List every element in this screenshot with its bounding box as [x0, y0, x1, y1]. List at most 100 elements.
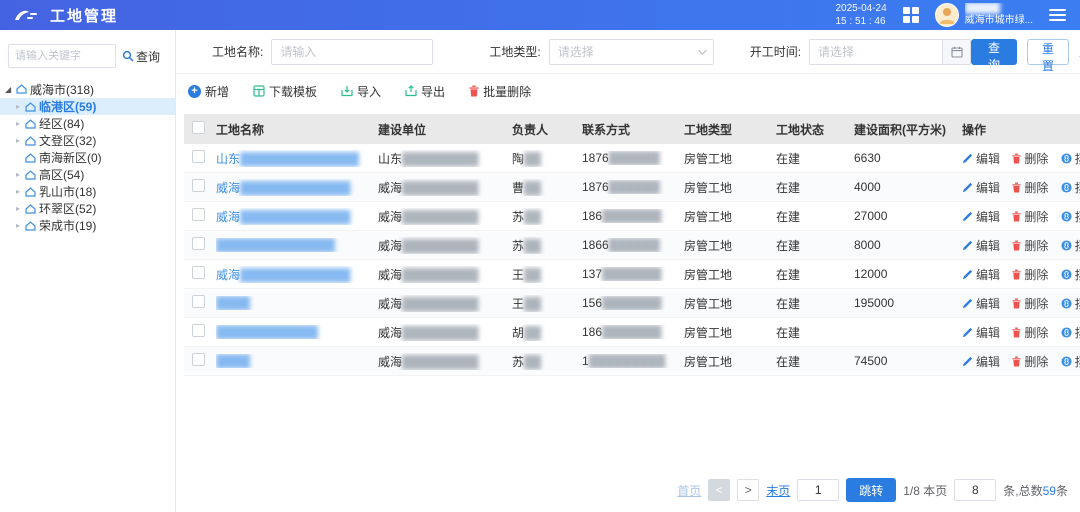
- reset-button[interactable]: 重置: [1027, 39, 1069, 65]
- site-name-input[interactable]: [271, 39, 433, 65]
- download-template-button[interactable]: 下载模板: [253, 83, 317, 100]
- row-checkbox[interactable]: [192, 353, 205, 366]
- caret-right-icon[interactable]: ▸: [14, 187, 22, 196]
- site-name-link[interactable]: ████████████: [216, 325, 378, 339]
- dust-button[interactable]: 扬尘: [1061, 208, 1080, 225]
- dust-button[interactable]: 扬尘: [1061, 150, 1080, 167]
- dust-button[interactable]: 扬尘: [1061, 266, 1080, 283]
- batch-delete-button[interactable]: 批量删除: [469, 83, 531, 100]
- caret-right-icon[interactable]: ▸: [14, 204, 22, 213]
- home-icon: [25, 136, 36, 146]
- row-actions: 编辑 删除 扬尘: [962, 353, 1080, 370]
- first-page-link[interactable]: 首页: [677, 482, 701, 499]
- edit-button[interactable]: 编辑: [962, 353, 1000, 370]
- keyword-search-input[interactable]: [8, 44, 116, 68]
- tree-item[interactable]: 南海新区(0): [0, 149, 175, 166]
- col-build-unit: 建设单位: [378, 121, 512, 138]
- next-page-button[interactable]: >: [737, 479, 759, 501]
- site-type-cell: 房管工地: [684, 324, 776, 341]
- edit-button[interactable]: 编辑: [962, 266, 1000, 283]
- select-all-checkbox[interactable]: [192, 121, 205, 134]
- table-row: 威海█████████████ 威海█████████ 苏██ 186█████…: [184, 202, 1080, 231]
- tree-item[interactable]: ▸ 高区(54): [0, 166, 175, 183]
- delete-button[interactable]: 删除: [1012, 295, 1048, 312]
- caret-right-icon[interactable]: ▸: [14, 221, 22, 230]
- delete-button[interactable]: 删除: [1012, 237, 1048, 254]
- add-button[interactable]: + 新增: [188, 83, 229, 100]
- delete-button[interactable]: 删除: [1012, 208, 1048, 225]
- site-name-link[interactable]: 山东██████████████: [216, 150, 378, 167]
- jump-button[interactable]: 跳转: [846, 478, 896, 502]
- tree-item[interactable]: ▸ 乳山市(18): [0, 183, 175, 200]
- dust-button[interactable]: 扬尘: [1061, 237, 1080, 254]
- tree-item-label: 文登区(32): [39, 132, 96, 149]
- person-cell: 苏██: [512, 208, 582, 225]
- build-unit-cell: 威海█████████: [378, 208, 512, 225]
- row-checkbox[interactable]: [192, 150, 205, 163]
- caret-down-icon[interactable]: ◢: [5, 85, 13, 94]
- user-meta: █████ 威海市城市绿...: [965, 3, 1033, 27]
- delete-button[interactable]: 删除: [1012, 324, 1048, 341]
- delete-button[interactable]: 删除: [1012, 266, 1048, 283]
- site-name-link[interactable]: 威海█████████████: [216, 179, 378, 196]
- tree-item[interactable]: ▸ 临港区(59): [0, 98, 175, 115]
- sidebar-search-button[interactable]: 查询: [122, 48, 160, 65]
- dust-button[interactable]: 扬尘: [1061, 324, 1080, 341]
- dust-button[interactable]: 扬尘: [1061, 353, 1080, 370]
- row-checkbox[interactable]: [192, 179, 205, 192]
- row-checkbox[interactable]: [192, 266, 205, 279]
- last-page-link[interactable]: 末页: [766, 482, 790, 499]
- tree-root[interactable]: ◢ 威海市(318): [0, 80, 175, 98]
- row-checkbox[interactable]: [192, 237, 205, 250]
- site-name-link[interactable]: 威海█████████████: [216, 208, 378, 225]
- person-cell: 苏██: [512, 353, 582, 370]
- site-type-select[interactable]: 请选择: [549, 39, 714, 65]
- search-icon: [122, 50, 134, 62]
- home-icon: [25, 221, 36, 231]
- site-type-cell: 房管工地: [684, 237, 776, 254]
- start-time-datepicker[interactable]: 请选择: [809, 39, 971, 65]
- edit-button[interactable]: 编辑: [962, 150, 1000, 167]
- delete-button[interactable]: 删除: [1012, 150, 1048, 167]
- caret-right-icon[interactable]: ▸: [14, 119, 22, 128]
- avatar[interactable]: [935, 3, 959, 27]
- tree-item[interactable]: ▸ 环翠区(52): [0, 200, 175, 217]
- row-checkbox[interactable]: [192, 208, 205, 221]
- edit-button[interactable]: 编辑: [962, 324, 1000, 341]
- area-cell: 4000: [854, 180, 962, 194]
- caret-right-icon[interactable]: ▸: [14, 102, 22, 111]
- table-row: 威海█████████████ 威海█████████ 王██ 137█████…: [184, 260, 1080, 289]
- dust-button[interactable]: 扬尘: [1061, 179, 1080, 196]
- caret-right-icon[interactable]: ▸: [14, 170, 22, 179]
- edit-button[interactable]: 编辑: [962, 237, 1000, 254]
- delete-button[interactable]: 删除: [1012, 179, 1048, 196]
- apps-grid-icon[interactable]: [903, 7, 919, 23]
- dust-button[interactable]: 扬尘: [1061, 295, 1080, 312]
- site-status-cell: 在建: [776, 324, 854, 341]
- delete-button[interactable]: 删除: [1012, 353, 1048, 370]
- site-name-link[interactable]: 威海█████████████: [216, 266, 378, 283]
- home-icon: [25, 187, 36, 197]
- row-checkbox[interactable]: [192, 324, 205, 337]
- site-name-link[interactable]: ████: [216, 354, 378, 368]
- tree-item[interactable]: ▸ 经区(84): [0, 115, 175, 132]
- user-box[interactable]: █████ 威海市城市绿...: [935, 3, 1033, 27]
- page-number-input[interactable]: [797, 479, 839, 501]
- edit-button[interactable]: 编辑: [962, 179, 1000, 196]
- row-checkbox[interactable]: [192, 295, 205, 308]
- tree-item[interactable]: ▸ 荣成市(19): [0, 217, 175, 234]
- export-button[interactable]: 导出: [405, 83, 445, 100]
- tree-item[interactable]: ▸ 文登区(32): [0, 132, 175, 149]
- caret-right-icon[interactable]: ▸: [14, 136, 22, 145]
- edit-button[interactable]: 编辑: [962, 208, 1000, 225]
- page-size-input[interactable]: [954, 479, 996, 501]
- dust-icon: [1061, 356, 1072, 367]
- import-button[interactable]: 导入: [341, 83, 381, 100]
- prev-page-button[interactable]: <: [708, 479, 730, 501]
- app-header: 工地管理 2025-04-24 15 : 51 : 46 █████ 威海市城市…: [0, 0, 1080, 30]
- site-name-link[interactable]: ████: [216, 296, 378, 310]
- menu-icon[interactable]: [1049, 9, 1066, 21]
- edit-button[interactable]: 编辑: [962, 295, 1000, 312]
- search-button[interactable]: 查询: [971, 39, 1017, 65]
- site-name-link[interactable]: ██████████████: [216, 238, 378, 252]
